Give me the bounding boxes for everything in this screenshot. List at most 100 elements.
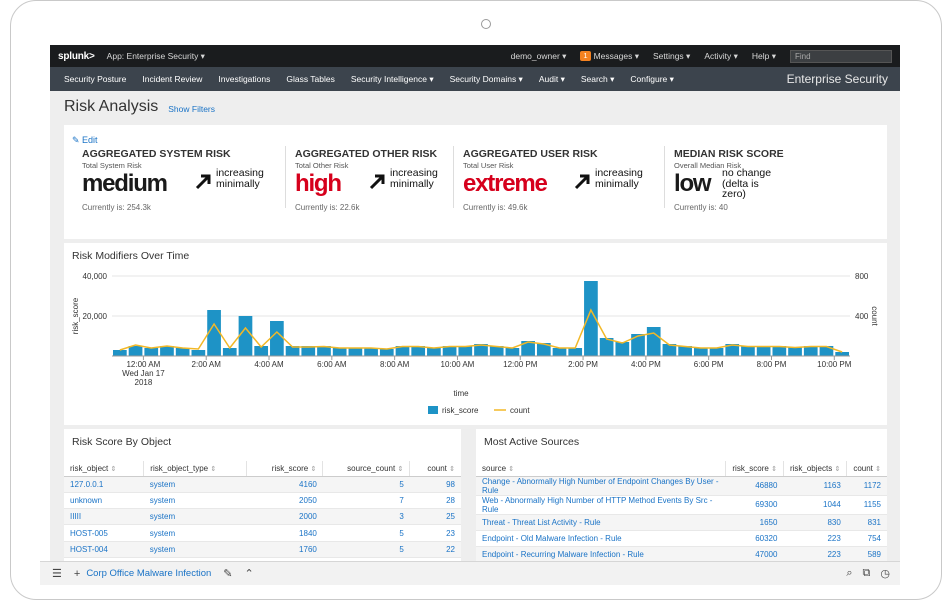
nav-investigations[interactable]: Investigations xyxy=(218,74,270,84)
table-cell[interactable]: system xyxy=(143,508,247,526)
table-cell[interactable]: 22 xyxy=(409,541,461,558)
table-cell[interactable]: 2050 xyxy=(246,492,323,510)
table-cell[interactable]: 28 xyxy=(409,492,461,510)
table-row[interactable]: HOST-004 system 1760 5 22 xyxy=(64,541,461,558)
show-filters-link[interactable]: Show Filters xyxy=(168,104,215,114)
table-cell[interactable]: 223 xyxy=(783,530,847,548)
column-header-risk-objects[interactable]: risk_objects ⇕ xyxy=(782,461,847,477)
settings-menu[interactable]: Settings ▾ xyxy=(653,51,690,62)
table-cell[interactable]: 69300 xyxy=(725,495,784,515)
sort-icon[interactable]: ⇕ xyxy=(310,466,316,473)
table-row[interactable]: Endpoint - Old Malware Infection - Rule 6… xyxy=(476,530,887,548)
chevron-up-icon[interactable]: ⌃ xyxy=(245,567,254,580)
nav-search[interactable]: Search ▾ xyxy=(581,74,615,85)
table-cell[interactable]: HOST-005 xyxy=(64,524,144,542)
table-row[interactable]: 127.0.0.1 system 4160 5 98 xyxy=(64,476,461,493)
help-menu[interactable]: Help ▾ xyxy=(752,51,776,62)
arrow-up-right-icon xyxy=(369,174,385,190)
table-cell[interactable]: 23 xyxy=(409,524,461,542)
nav-security-intelligence[interactable]: Security Intelligence ▾ xyxy=(351,74,434,85)
pencil-icon[interactable]: ✎ xyxy=(223,567,232,580)
investigation-title[interactable]: Corp Office Malware Infection xyxy=(86,568,211,579)
table-cell[interactable]: 1044 xyxy=(783,495,847,515)
column-header-source-count[interactable]: source_count ⇕ xyxy=(322,461,410,477)
nav-configure[interactable]: Configure ▾ xyxy=(630,74,673,85)
x-tick-year: 2018 xyxy=(135,378,153,387)
kpi-trend-line2: minimally xyxy=(390,177,434,190)
table-cell[interactable]: Endpoint - Old Malware Infection - Rule xyxy=(476,530,726,548)
user-menu[interactable]: demo_owner ▾ xyxy=(511,51,567,62)
sort-icon[interactable]: ⇕ xyxy=(834,466,840,473)
table-cell[interactable]: 1840 xyxy=(246,524,323,542)
table-cell[interactable]: unknown xyxy=(64,492,144,510)
sort-icon[interactable]: ⇕ xyxy=(110,466,116,473)
table-cell[interactable]: system xyxy=(143,541,247,558)
sort-icon[interactable]: ⇕ xyxy=(875,466,881,473)
table-cell[interactable]: 127.0.0.1 xyxy=(64,476,144,493)
external-link-icon[interactable]: ⧉ xyxy=(863,567,871,580)
activity-menu[interactable]: Activity ▾ xyxy=(704,51,738,62)
table-cell[interactable]: 60320 xyxy=(725,530,784,548)
table-cell[interactable]: HOST-004 xyxy=(64,541,144,558)
table-row[interactable]: IIIII system 2000 3 25 xyxy=(64,508,461,526)
column-header-risk-object-type[interactable]: risk_object_type ⇕ xyxy=(143,461,247,477)
search-icon[interactable]: ⌕ xyxy=(846,567,852,580)
nav-audit[interactable]: Audit ▾ xyxy=(539,74,565,85)
table-cell[interactable]: 5 xyxy=(322,524,410,542)
app-menu[interactable]: App: Enterprise Security ▾ xyxy=(107,51,205,62)
sort-icon[interactable]: ⇕ xyxy=(508,466,514,473)
table-cell[interactable]: 25 xyxy=(409,508,461,526)
nav-glass-tables[interactable]: Glass Tables xyxy=(286,74,335,84)
add-icon[interactable]: + xyxy=(74,568,80,580)
table-row[interactable]: Web - Abnormally High Number of HTTP Met… xyxy=(476,495,887,515)
list-icon[interactable]: ☰ xyxy=(52,567,62,580)
table-cell[interactable]: 5 xyxy=(322,541,410,558)
nav-security-domains[interactable]: Security Domains ▾ xyxy=(450,74,523,85)
table-row[interactable]: Change - Abnormally High Number of Endpo… xyxy=(476,476,887,496)
edit-link[interactable]: ✎ Edit xyxy=(72,135,98,146)
table-cell[interactable]: Web - Abnormally High Number of HTTP Met… xyxy=(476,495,726,515)
nav-incident-review[interactable]: Incident Review xyxy=(142,74,202,84)
column-header-risk-score[interactable]: risk_score ⇕ xyxy=(245,461,323,477)
find-input[interactable]: Find xyxy=(790,49,892,63)
table-cell[interactable]: Change - Abnormally High Number of Endpo… xyxy=(476,476,726,496)
bar-risk-score xyxy=(160,346,174,356)
table-row[interactable]: unknown system 2050 7 28 xyxy=(64,492,461,510)
table-row[interactable]: Threat - Threat List Activity - Rule 1650… xyxy=(476,514,887,531)
messages-menu[interactable]: 1 Messages ▾ xyxy=(580,51,639,62)
kpi-value: low xyxy=(674,170,712,197)
table-cell[interactable]: Threat - Threat List Activity - Rule xyxy=(476,514,726,531)
table-cell[interactable]: 830 xyxy=(783,514,847,531)
table-cell[interactable]: 5 xyxy=(322,476,410,493)
sort-icon[interactable]: ⇕ xyxy=(397,466,403,473)
splunk-logo[interactable]: splunk> xyxy=(58,51,95,62)
column-header-count[interactable]: count ⇕ xyxy=(846,461,887,477)
column-header-source[interactable]: source ⇕ xyxy=(476,461,726,477)
sort-icon[interactable]: ⇕ xyxy=(210,466,216,473)
table-cell[interactable]: 7 xyxy=(322,492,410,510)
sort-icon[interactable]: ⇕ xyxy=(771,466,777,473)
column-header-risk-score[interactable]: risk_score ⇕ xyxy=(725,461,784,477)
table-cell[interactable]: 1650 xyxy=(725,514,784,531)
column-header-risk-object[interactable]: risk_object ⇕ xyxy=(64,461,144,477)
clock-icon[interactable]: ◷ xyxy=(880,567,890,580)
table-row[interactable]: HOST-005 system 1840 5 23 xyxy=(64,524,461,542)
table-cell[interactable]: 1172 xyxy=(846,476,887,496)
table-cell[interactable]: system xyxy=(143,476,247,493)
table-cell[interactable]: IIIII xyxy=(64,508,144,526)
table-cell[interactable]: 46880 xyxy=(725,476,784,496)
table-cell[interactable]: 754 xyxy=(846,530,887,548)
table-cell[interactable]: 98 xyxy=(409,476,461,493)
column-header-count[interactable]: count ⇕ xyxy=(409,461,461,477)
table-cell[interactable]: 1760 xyxy=(246,541,323,558)
table-cell[interactable]: 2000 xyxy=(246,508,323,526)
table-cell[interactable]: system xyxy=(143,524,247,542)
table-cell[interactable]: 3 xyxy=(322,508,410,526)
table-cell[interactable]: 4160 xyxy=(246,476,323,493)
sort-icon[interactable]: ⇕ xyxy=(449,466,455,473)
nav-security-posture[interactable]: Security Posture xyxy=(64,74,126,84)
table-cell[interactable]: system xyxy=(143,492,247,510)
table-cell[interactable]: 831 xyxy=(846,514,887,531)
table-cell[interactable]: 1163 xyxy=(783,476,847,496)
table-cell[interactable]: 1155 xyxy=(846,495,887,515)
